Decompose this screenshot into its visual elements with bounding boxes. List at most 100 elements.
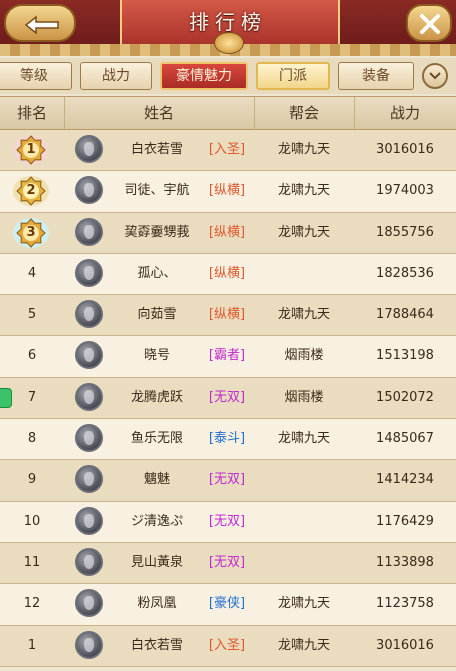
avatar-icon[interactable] <box>75 547 103 576</box>
avatar-icon[interactable] <box>75 589 103 618</box>
back-button[interactable] <box>4 4 76 42</box>
avatar-cell <box>64 460 114 500</box>
rank-cell: 10 <box>23 513 41 529</box>
tab-level[interactable]: 等级 <box>0 62 72 90</box>
guild-name: 龙啸九天 <box>277 307 330 323</box>
column-header-guild: 帮会 <box>254 97 355 129</box>
guild-name: 龙啸九天 <box>277 637 330 653</box>
power-value: 1485067 <box>376 431 434 447</box>
rank-cell: 11 <box>23 554 41 570</box>
avatar-icon[interactable] <box>75 630 103 659</box>
title-bar: 排行榜 <box>0 0 456 56</box>
faction-tag: [纵横] <box>208 224 246 240</box>
avatar-icon[interactable] <box>75 341 103 370</box>
avatar-cell <box>64 336 114 376</box>
avatar-cell <box>64 543 114 583</box>
player-name: 司徒、宇航 <box>124 183 190 199</box>
guild-name: 烟雨楼 <box>284 348 324 364</box>
avatar-icon[interactable] <box>75 217 103 246</box>
rank-cell: 6 <box>27 348 37 364</box>
rank-cell: 12 <box>23 596 41 612</box>
table-row[interactable]: 2 司徒、宇航 [纵横] 龙啸九天 1974003 <box>0 171 456 213</box>
table-row[interactable]: 7 龙腾虎跃 [无双] 烟雨楼 1502072 <box>0 377 456 420</box>
ranking-list: 1 白衣若雪 [入圣] 龙啸九天 3016016 2 司徒、宇航 [纵横] 龙啸九天 197400… <box>0 130 456 667</box>
avatar-cell <box>64 254 114 294</box>
avatar-icon[interactable] <box>75 258 103 287</box>
faction-tag: [无双] <box>208 389 246 405</box>
table-row[interactable]: 9 魑魅 [无双] 1414234 <box>0 460 456 502</box>
faction-tag: [霸者] <box>208 348 246 364</box>
avatar-icon[interactable] <box>75 135 103 163</box>
tab-equipment[interactable]: 装备 <box>338 62 414 90</box>
guild-name <box>254 502 354 542</box>
player-name: ジ清逸ぷ <box>130 513 183 529</box>
avatar-cell <box>64 295 114 335</box>
close-button[interactable] <box>406 4 452 42</box>
faction-tag: [入圣] <box>208 637 246 653</box>
faction-tag: [泰斗] <box>208 431 246 447</box>
guild-name <box>254 460 354 500</box>
player-name: 白衣若雪 <box>130 637 183 653</box>
faction-tag: [纵横] <box>208 265 246 281</box>
tab-sect[interactable]: 门派 <box>256 62 330 90</box>
table-header: 排名 姓名 帮会 战力 <box>0 96 456 130</box>
tab-bar: 等级 战力 豪情魅力 门派 装备 <box>0 58 456 94</box>
avatar-icon[interactable] <box>75 300 103 329</box>
table-row[interactable]: 3 巭孬嫑甥莪 [纵横] 龙啸九天 1855756 <box>0 212 456 254</box>
avatar-icon[interactable] <box>75 424 103 453</box>
avatar-icon[interactable] <box>75 506 103 535</box>
power-value: 1123758 <box>376 596 434 612</box>
player-name: 孤心、 <box>137 265 177 281</box>
table-row[interactable]: 4 孤心、 [纵横] 1828536 <box>0 253 456 296</box>
rank-number: 2 <box>26 183 36 199</box>
player-name: 巭孬嫑甥莪 <box>124 224 190 240</box>
side-notification-icon[interactable] <box>0 387 12 408</box>
player-name: 晓号 <box>143 348 170 364</box>
rank-cell: 1 <box>27 637 37 653</box>
guild-name: 龙啸九天 <box>277 431 330 447</box>
power-value: 1513198 <box>376 348 434 364</box>
rank-cell: 4 <box>27 265 37 281</box>
avatar-cell <box>64 171 114 211</box>
power-value: 3016016 <box>376 637 434 653</box>
power-value: 3016016 <box>376 142 434 157</box>
rank-number: 1 <box>26 142 36 157</box>
rank-cell: 3 <box>0 213 64 253</box>
faction-tag: [无双] <box>208 513 246 529</box>
avatar-cell <box>64 130 114 170</box>
tab-power[interactable]: 战力 <box>80 62 152 90</box>
table-row[interactable]: 1 白衣若雪 [入圣] 龙啸九天 3016016 <box>0 625 456 667</box>
more-tabs-button[interactable] <box>422 63 448 89</box>
close-icon <box>420 14 440 34</box>
player-name: 魑魅 <box>143 472 170 488</box>
column-header-name: 姓名 <box>64 97 255 129</box>
chevron-down-icon <box>429 72 441 80</box>
table-row[interactable]: 6 晓号 [霸者] 烟雨楼 1513198 <box>0 336 456 378</box>
power-value: 1414234 <box>376 472 434 488</box>
table-row[interactable]: 12 粉凤凰 [豪侠] 龙啸九天 1123758 <box>0 584 456 626</box>
table-row[interactable]: 10 ジ清逸ぷ [无双] 1176429 <box>0 501 456 543</box>
faction-tag: [豪侠] <box>208 596 246 612</box>
avatar-icon[interactable] <box>75 382 103 411</box>
avatar-cell <box>64 626 114 666</box>
player-name: 白衣若雪 <box>130 142 183 157</box>
faction-tag: [无双] <box>208 554 246 570</box>
player-name: 鱼乐无限 <box>130 431 183 447</box>
guild-name: 龙啸九天 <box>277 183 330 199</box>
guild-name <box>254 543 354 583</box>
table-row[interactable]: 11 見山黃泉 [无双] 1133898 <box>0 542 456 585</box>
avatar-icon[interactable] <box>75 176 103 205</box>
avatar-cell <box>64 502 114 542</box>
table-row[interactable]: 5 向茹雪 [纵横] 龙啸九天 1788464 <box>0 295 456 337</box>
guild-name: 龙啸九天 <box>277 224 330 240</box>
tab-charm[interactable]: 豪情魅力 <box>160 62 248 90</box>
rank-cell: 9 <box>27 472 37 488</box>
rank-cell: 1 <box>0 130 64 170</box>
table-row[interactable]: 1 白衣若雪 [入圣] 龙啸九天 3016016 <box>0 130 456 172</box>
guild-name: 烟雨楼 <box>284 389 324 405</box>
avatar-icon[interactable] <box>75 465 103 494</box>
table-row[interactable]: 8 鱼乐无限 [泰斗] 龙啸九天 1485067 <box>0 419 456 461</box>
power-value: 1974003 <box>376 183 434 199</box>
player-name: 向茹雪 <box>137 307 177 323</box>
power-value: 1133898 <box>376 554 434 570</box>
